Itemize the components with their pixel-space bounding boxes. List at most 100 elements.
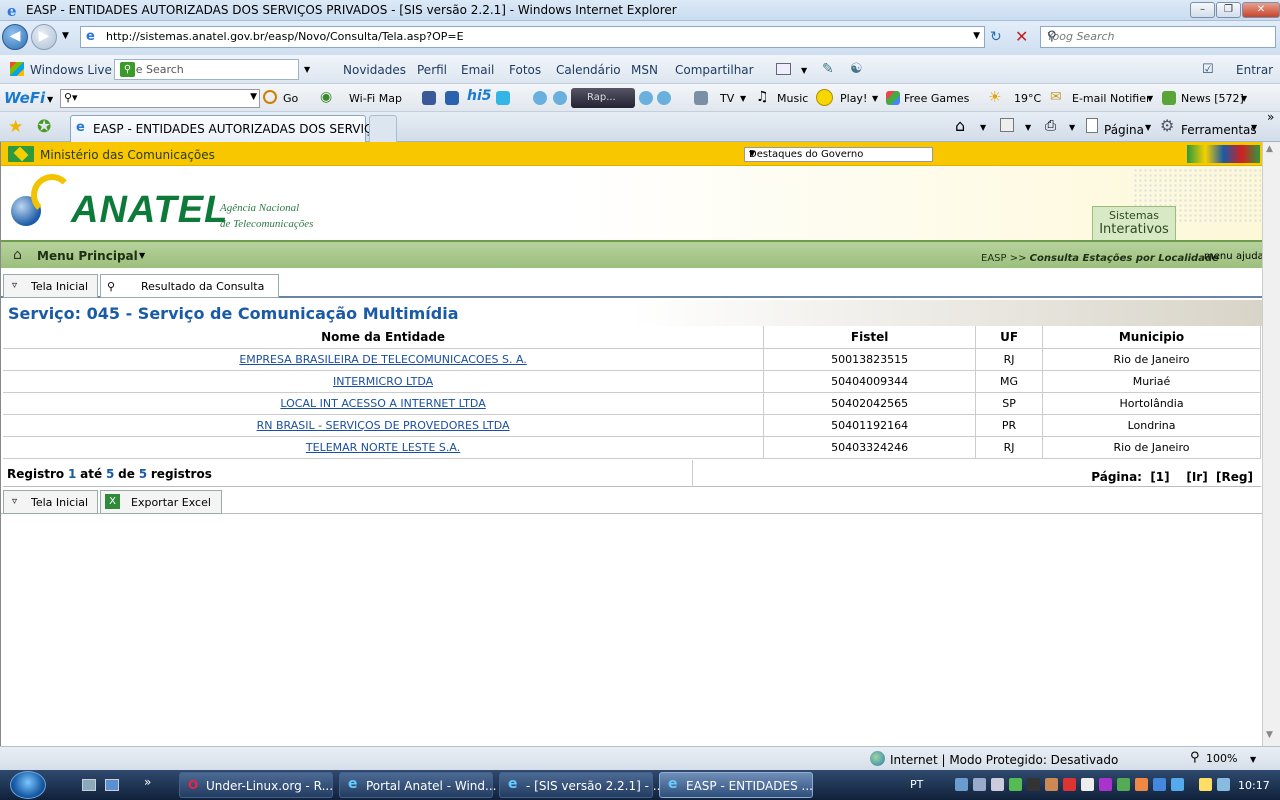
live-search-input[interactable]: Live Search ⚲: [114, 59, 299, 80]
live-link-fotos[interactable]: Fotos: [509, 63, 541, 77]
menu-link[interactable]: menu: [1204, 251, 1233, 262]
switch-windows-icon[interactable]: [105, 779, 119, 791]
email-dropdown-icon[interactable]: ▼: [1147, 94, 1153, 103]
news-button[interactable]: News [572]: [1181, 92, 1244, 105]
entity-link[interactable]: EMPRESA BRASILEIRA DE TELECOMUNICACOES S…: [239, 353, 527, 366]
entity-link[interactable]: RN BRASIL - SERVIÇOS DE PROVEDORES LTDA: [257, 419, 510, 432]
tools-menu[interactable]: Ferramentas: [1181, 123, 1257, 137]
tab-resultado-consulta[interactable]: ⚲ Resultado da Consulta: [100, 274, 279, 298]
feeds-icon[interactable]: [1000, 118, 1014, 132]
print-icon[interactable]: ⎙: [1045, 118, 1056, 134]
tray-icon-8[interactable]: [1081, 778, 1094, 791]
refresh-icon[interactable]: ↻: [990, 29, 1002, 45]
wifi-map-button[interactable]: Wi-Fi Map: [349, 92, 402, 105]
task-easp-active[interactable]: e EASP - ENTIDADES ...: [659, 772, 813, 798]
history-dropdown-icon[interactable]: ▼: [62, 31, 69, 41]
security-zone[interactable]: Internet | Modo Protegido: Desativado: [890, 753, 1118, 767]
chevron-more-icon[interactable]: »: [1267, 110, 1274, 124]
tray-icon-10[interactable]: [1117, 778, 1130, 791]
wefi-search-input[interactable]: ⚲▾ ▼: [60, 89, 260, 108]
facebook-icon[interactable]: [422, 91, 436, 105]
page-menu[interactable]: Página: [1104, 123, 1144, 137]
entity-link[interactable]: TELEMAR NORTE LESTE S.A.: [306, 441, 460, 454]
menu-principal-dropdown-icon[interactable]: ▼: [139, 251, 145, 260]
twitter-icon[interactable]: [496, 91, 510, 105]
tray-icon-9[interactable]: [1099, 778, 1112, 791]
header-municipio[interactable]: Municipio: [1042, 326, 1261, 349]
play-button[interactable]: Play!: [840, 92, 867, 105]
tray-icon-2[interactable]: [973, 778, 986, 791]
home-dropdown-icon[interactable]: ▼: [980, 123, 986, 132]
new-tab-button[interactable]: [369, 115, 397, 142]
ministry-link[interactable]: Ministério das Comunicações: [40, 148, 215, 162]
pagination[interactable]: Página: [1] [Ir] [Reg]: [1091, 470, 1253, 484]
tray-icon-12[interactable]: [1153, 778, 1166, 791]
tv-dropdown-icon[interactable]: ▼: [740, 94, 746, 103]
feeds-dropdown-icon[interactable]: ▼: [1025, 123, 1031, 132]
live-link-email[interactable]: Email: [461, 63, 494, 77]
entity-link[interactable]: LOCAL INT ACESSO A INTERNET LTDA: [280, 397, 485, 410]
zoom-level[interactable]: 100%: [1206, 752, 1237, 765]
minimize-button[interactable]: –: [1190, 2, 1215, 18]
tray-icon-3[interactable]: [991, 778, 1004, 791]
task-sis[interactable]: e - [SIS versão 2.2.1] - ...: [499, 772, 664, 798]
share-icon[interactable]: ✎: [822, 61, 834, 77]
tray-icon-4[interactable]: [1009, 778, 1022, 791]
scroll-up-icon[interactable]: ▲: [1266, 144, 1273, 154]
live-link-compartilhar[interactable]: Compartilhar: [675, 63, 754, 77]
header-fistel[interactable]: Fistel: [763, 326, 977, 349]
hi5-icon[interactable]: hi5: [467, 88, 492, 104]
forward-button[interactable]: ▶: [31, 24, 57, 50]
ajuda-link[interactable]: ajuda: [1236, 251, 1262, 262]
weather-temperature[interactable]: 19°C: [1014, 92, 1041, 105]
header-nome[interactable]: Nome da Entidade: [3, 326, 765, 349]
sistemas-interativos-tab[interactable]: Sistemas Interativos: [1092, 206, 1176, 240]
live-link-novidades[interactable]: Novidades: [343, 63, 406, 77]
tab-tela-inicial[interactable]: ▿ Tela Inicial: [3, 274, 98, 298]
clock[interactable]: 10:17: [1238, 779, 1270, 792]
entity-link[interactable]: INTERMICRO LTDA: [333, 375, 433, 388]
tray-icon-11[interactable]: [1135, 778, 1148, 791]
live-search-go-icon[interactable]: ⚲: [120, 62, 135, 77]
address-field[interactable]: e http://sistemas.anatel.gov.br/easp/Nov…: [80, 26, 985, 48]
music-button[interactable]: Music: [777, 92, 808, 105]
tab-tela-inicial-bottom[interactable]: ▿ Tela Inicial: [3, 490, 98, 514]
add-favorites-icon[interactable]: ✪: [37, 117, 51, 137]
tab-active[interactable]: e EASP - ENTIDADES AUTORIZADAS DOS SERVI…: [70, 115, 393, 142]
address-dropdown-icon[interactable]: ▼: [973, 31, 980, 41]
task-under-linux[interactable]: O Under-Linux.org - R...: [179, 772, 333, 798]
close-button[interactable]: ✕: [1242, 2, 1280, 18]
search-field[interactable]: Yoog Search ⚲: [1040, 26, 1276, 48]
destaques-dropdown-icon[interactable]: ▼: [749, 149, 929, 158]
zoom-dropdown-icon[interactable]: ▼: [1250, 755, 1256, 764]
tray-icon-1[interactable]: [955, 778, 968, 791]
tray-icon-13[interactable]: [1171, 778, 1184, 791]
myspace-icon[interactable]: [445, 91, 459, 105]
player-volume-icon[interactable]: [639, 91, 653, 105]
search-icon[interactable]: ⚲: [1047, 29, 1255, 44]
live-link-perfil[interactable]: Perfil: [417, 63, 447, 77]
free-games-button[interactable]: Free Games: [904, 92, 969, 105]
favorites-star-icon[interactable]: ★: [8, 117, 23, 137]
home-icon[interactable]: ⌂: [955, 116, 965, 135]
menu-principal[interactable]: Menu Principal: [37, 249, 138, 263]
windows-live-brand[interactable]: Windows Live: [30, 63, 112, 77]
wefi-dropdown-icon[interactable]: ▼: [47, 95, 53, 104]
go-button[interactable]: Go: [283, 92, 298, 105]
player-stop-icon[interactable]: [657, 91, 671, 105]
play-dropdown-icon[interactable]: ▼: [872, 94, 878, 103]
vertical-scrollbar[interactable]: ▲ ▼: [1262, 142, 1280, 746]
news-dropdown-icon[interactable]: ▼: [1241, 94, 1247, 103]
translate-icon[interactable]: ☯: [850, 61, 863, 77]
network-icon[interactable]: [1217, 778, 1230, 791]
maximize-button[interactable]: ❐: [1216, 2, 1241, 18]
live-link-msn[interactable]: MSN: [631, 63, 658, 77]
show-desktop-icon[interactable]: [82, 779, 96, 791]
export-excel-button[interactable]: X Exportar Excel: [100, 490, 222, 514]
signin-link[interactable]: Entrar: [1236, 63, 1273, 77]
print-dropdown-icon[interactable]: ▼: [1069, 123, 1075, 132]
live-link-calendario[interactable]: Calendário: [556, 63, 621, 77]
language-indicator[interactable]: PT: [910, 778, 923, 791]
wefi-search-dropdown-icon[interactable]: ▼: [250, 92, 257, 102]
tray-icon-5[interactable]: [1027, 778, 1040, 791]
